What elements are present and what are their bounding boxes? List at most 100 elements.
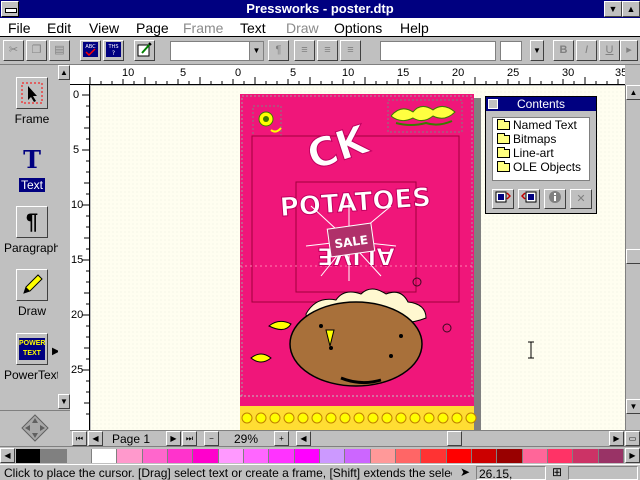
color-swatch[interactable]: [395, 449, 422, 463]
vertical-scrollbar[interactable]: ▲ ▼: [625, 85, 640, 430]
cut-icon[interactable]: ✂: [3, 40, 24, 61]
zoom-in-icon[interactable]: +: [274, 431, 289, 446]
style-combo[interactable]: ▼: [170, 41, 264, 61]
color-swatch[interactable]: [471, 449, 498, 463]
horizontal-scroll-track[interactable]: [311, 431, 608, 446]
spellcheck-icon[interactable]: ABC: [80, 40, 101, 61]
contents-item-named-text[interactable]: Named Text: [493, 118, 589, 132]
nav-pad[interactable]: [0, 410, 70, 446]
color-swatch[interactable]: [66, 449, 92, 463]
font-name-combo[interactable]: [380, 41, 496, 61]
color-swatch[interactable]: [142, 449, 168, 463]
color-swatch[interactable]: [573, 449, 599, 463]
color-swatch[interactable]: [446, 449, 472, 463]
color-swatch[interactable]: [421, 449, 447, 463]
align-right-icon[interactable]: ≡: [340, 40, 361, 61]
scroll-up-icon[interactable]: ▲: [626, 85, 640, 100]
font-size-field[interactable]: [500, 41, 522, 61]
menu-file[interactable]: File: [8, 20, 31, 36]
bold-button[interactable]: B: [553, 40, 574, 61]
contents-list[interactable]: Named Text Bitmaps Line-art OLE Objects: [492, 117, 590, 181]
contents-item-ole-objects[interactable]: OLE Objects: [493, 160, 589, 174]
scroll-right-icon[interactable]: ▶: [609, 431, 624, 446]
first-page-icon[interactable]: ⏮: [72, 431, 87, 446]
more-tools-icon[interactable]: ▸: [620, 40, 638, 61]
contents-insert-icon[interactable]: [492, 189, 514, 209]
frame-edit-icon[interactable]: [134, 40, 155, 61]
menu-help[interactable]: Help: [400, 20, 429, 36]
toolbox-scrollbar[interactable]: ▲ ▼: [58, 65, 70, 410]
folder-icon: [497, 133, 510, 144]
contents-item-line-art[interactable]: Line-art: [493, 146, 589, 160]
copy-icon[interactable]: ❐: [26, 40, 47, 61]
toolbox-scroll-up-icon[interactable]: ▲: [58, 65, 70, 80]
scroll-left-icon[interactable]: ◀: [296, 431, 311, 446]
paste-icon[interactable]: ▤: [49, 40, 70, 61]
svg-text:?: ?: [112, 50, 115, 57]
ruler-label: 35: [615, 67, 625, 79]
tool-draw[interactable]: Draw: [0, 269, 64, 318]
zoom-out-icon[interactable]: −: [204, 431, 219, 446]
prev-page-icon[interactable]: ◀: [88, 431, 103, 446]
color-swatch[interactable]: [218, 449, 244, 463]
contents-delete-icon[interactable]: ✕: [570, 189, 592, 209]
ruler-label: 30: [562, 67, 575, 79]
menu-edit[interactable]: Edit: [47, 20, 71, 36]
align-left-icon[interactable]: ≡: [294, 40, 315, 61]
color-swatch[interactable]: [497, 449, 523, 463]
vertical-scroll-thumb[interactable]: [626, 249, 640, 264]
next-page-icon[interactable]: ▶: [166, 431, 181, 446]
color-swatch[interactable]: [598, 449, 624, 463]
thesaurus-icon[interactable]: THS?: [103, 40, 124, 61]
contents-info-icon[interactable]: [544, 189, 566, 209]
contents-close-icon[interactable]: [488, 99, 498, 109]
color-swatch[interactable]: [243, 449, 270, 463]
contents-export-icon[interactable]: [518, 189, 540, 209]
menu-text[interactable]: Text: [240, 20, 266, 36]
horizontal-scroll-thumb[interactable]: [447, 431, 462, 446]
last-page-icon[interactable]: ⏭: [182, 431, 197, 446]
contents-title-bar[interactable]: Contents: [486, 97, 596, 111]
document-canvas[interactable]: CK POTATOES ALIVE SALE Contents Named Te…: [91, 86, 625, 430]
toolbox-scroll-down-icon[interactable]: ▼: [58, 394, 70, 409]
color-swatch[interactable]: [269, 449, 295, 463]
ruler-label: 10: [122, 67, 135, 79]
color-swatch[interactable]: [41, 449, 67, 463]
maximize-button[interactable]: ▲: [622, 1, 640, 17]
color-swatch[interactable]: [522, 449, 548, 463]
contents-panel[interactable]: Contents Named Text Bitmaps Line-art OLE…: [485, 96, 597, 214]
tool-frame[interactable]: Frame: [0, 77, 64, 126]
color-swatch[interactable]: [193, 449, 219, 463]
palette-left-icon[interactable]: ◀: [0, 448, 15, 463]
minimize-button[interactable]: ▼: [604, 1, 622, 17]
italic-button[interactable]: I: [576, 40, 597, 61]
palette-right-icon[interactable]: ▶: [625, 448, 640, 463]
color-swatch[interactable]: [91, 449, 118, 463]
tool-paragraph[interactable]: ¶ Paragraph: [0, 206, 64, 255]
color-swatch[interactable]: [294, 449, 320, 463]
color-swatch[interactable]: [319, 449, 346, 463]
underline-button[interactable]: U: [599, 40, 620, 61]
menu-page[interactable]: Page: [136, 20, 169, 36]
paragraph-format-icon[interactable]: ¶: [268, 40, 289, 61]
ruler-label: 25: [507, 67, 520, 79]
tool-powertext[interactable]: POWER TEXT PowerText: [0, 333, 64, 382]
palette-swatches[interactable]: [16, 449, 624, 463]
contents-item-bitmaps[interactable]: Bitmaps: [493, 132, 589, 146]
font-size-arrow-icon[interactable]: ▼: [530, 40, 544, 61]
menu-options[interactable]: Options: [334, 20, 382, 36]
color-swatch[interactable]: [370, 449, 396, 463]
menu-frame[interactable]: Frame: [183, 20, 223, 36]
menu-draw[interactable]: Draw: [286, 20, 319, 36]
align-center-icon[interactable]: ≡: [317, 40, 338, 61]
split-view-icon[interactable]: ▭: [625, 431, 640, 446]
tool-text[interactable]: T Text: [0, 143, 64, 192]
menu-view[interactable]: View: [89, 20, 119, 36]
color-swatch[interactable]: [547, 449, 574, 463]
color-swatch[interactable]: [167, 449, 194, 463]
color-swatch[interactable]: [16, 449, 42, 463]
color-swatch[interactable]: [345, 449, 371, 463]
color-swatch[interactable]: [117, 449, 143, 463]
scroll-down-icon[interactable]: ▼: [626, 399, 640, 414]
navigation-pad-icon[interactable]: [0, 411, 70, 447]
